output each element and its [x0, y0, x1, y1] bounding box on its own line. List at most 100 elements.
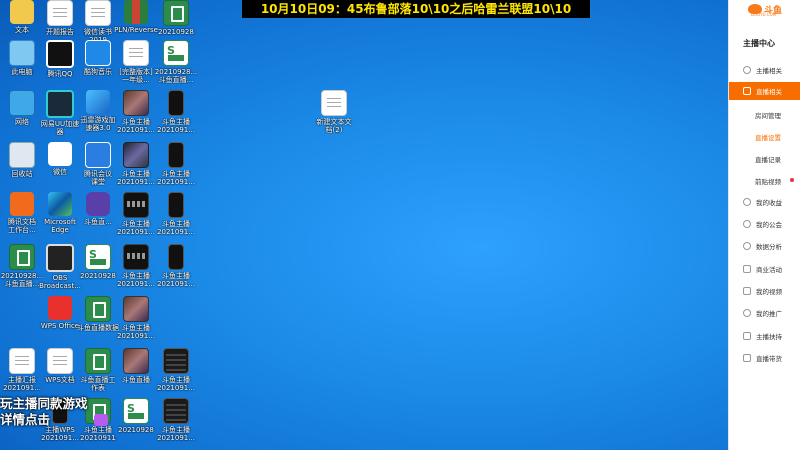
desktop: 文本 此电脑 网络 回收站 腾讯文档 工作台... 20210928... 斗鱼… — [0, 0, 728, 450]
phone-icon — [168, 192, 184, 218]
microphone-icon — [743, 66, 751, 74]
game-promo-overlay[interactable]: 玩主播同款游戏 详情点击 — [0, 396, 118, 428]
desktop-icon-label: 斗鱼主播 2021091... — [157, 376, 195, 392]
menu-item-guild[interactable]: 我的公会 — [729, 215, 800, 233]
wps-icon — [48, 296, 72, 320]
spreadsheet-icon — [163, 40, 189, 66]
photo-icon — [123, 296, 149, 322]
spreadsheet-icon — [85, 296, 111, 322]
red-dot-badge — [790, 178, 794, 182]
desktop-icon-rack[interactable]: 斗鱼主播 2021091... — [154, 348, 198, 392]
bag-icon — [743, 354, 751, 362]
submenu-pre-roll-video[interactable]: 前贴视频 — [755, 176, 781, 186]
menu-item-anchor-related[interactable]: 主播相关 — [729, 61, 800, 79]
desktop-icon-label: 斗鱼主播 2021091... — [117, 170, 155, 186]
wechat-icon — [48, 142, 72, 166]
desktop-icon-label: 斗鱼主播 2021091... — [117, 220, 155, 236]
desktop-icon-label: 斗鱼主播 2021091... — [157, 170, 195, 186]
spreadsheet-icon — [123, 398, 149, 424]
submenu-room-manage[interactable]: 房间管理 — [755, 110, 781, 120]
menu-item-promotion[interactable]: 我的推广 — [729, 304, 800, 322]
menu-item-label: 我的推广 — [756, 310, 782, 318]
panel-title: 主播中心 — [743, 39, 775, 48]
menu-item-label: 主播扶持 — [756, 333, 782, 341]
folder-icon — [10, 0, 34, 24]
menu-item-label: 主播相关 — [756, 67, 782, 75]
app-icon — [10, 192, 34, 216]
desktop-icon-phone-3[interactable]: 斗鱼主播 2021091... — [154, 192, 198, 236]
promote-icon — [743, 309, 751, 317]
desktop-icon-reverse[interactable]: PLN/Reverse — [114, 0, 158, 34]
desktop-icon-label: 斗鱼主播 2021091... — [157, 426, 195, 442]
rack-icon — [163, 398, 189, 424]
desktop-icon-strip-2[interactable]: 斗鱼主播 2021091... — [114, 244, 158, 288]
menu-item-earnings[interactable]: 我的收益 — [729, 193, 800, 211]
chart-icon — [743, 242, 751, 250]
photo-icon — [123, 348, 149, 374]
desktop-icon-douyu-sheet[interactable]: 20210928... 斗鱼直播... — [154, 40, 198, 84]
desktop-icon-photo-3[interactable]: 斗鱼主播 2021091... — [114, 296, 158, 340]
spreadsheet-icon — [9, 244, 35, 270]
douyu-logo[interactable]: 斗鱼 DOUYU.COM — [729, 0, 800, 18]
spreadsheet-icon — [85, 244, 111, 270]
photo-icon — [123, 142, 149, 168]
desktop-icon-20210928[interactable]: 20210928 — [154, 0, 198, 36]
menu-item-label: 我的视频 — [756, 288, 782, 296]
qq-icon — [46, 40, 74, 68]
menu-item-support[interactable]: 主播扶持 — [729, 327, 800, 345]
network-icon — [9, 90, 35, 116]
accelerator-icon — [86, 90, 110, 114]
rack-icon — [163, 348, 189, 374]
document-icon — [85, 0, 111, 26]
document-icon — [47, 348, 73, 374]
strip-icon — [123, 192, 149, 218]
desktop-icon-strip[interactable]: 斗鱼主播 2021091... — [114, 192, 158, 236]
phone-icon — [168, 142, 184, 168]
menu-item-label: 我的收益 — [756, 199, 782, 207]
spreadsheet-icon — [163, 0, 189, 26]
desktop-icon-rack-2[interactable]: 斗鱼主播 2021091... — [154, 398, 198, 442]
desktop-icon-lesson-doc[interactable]: [完整版本] 一年级... — [114, 40, 158, 84]
desktop-icon-douyu-photo[interactable]: 斗鱼直播 — [114, 348, 158, 384]
desktop-icon-sheet-date[interactable]: 20210928 — [114, 398, 158, 434]
video-icon — [743, 287, 751, 295]
photo-icon — [123, 90, 149, 116]
desktop-icon-new-text-doc[interactable]: 新建文本文 档(2) — [312, 90, 356, 134]
desktop-icon-label: 斗鱼直播 — [122, 376, 150, 384]
submenu-live-records[interactable]: 直播记录 — [755, 154, 781, 164]
menu-item-live-commerce[interactable]: 直播带货 — [729, 349, 800, 367]
desktop-icon-photo-2[interactable]: 斗鱼主播 2021091... — [114, 142, 158, 186]
thumb-icon — [743, 332, 751, 340]
shop-icon — [743, 265, 751, 273]
recycle-bin-icon — [9, 142, 35, 168]
document-icon — [47, 0, 73, 26]
stream-banner: 10月10日09：45布鲁部落10\10之后哈雷兰联盟10\10 — [242, 0, 590, 18]
spreadsheet-icon — [85, 348, 111, 374]
desktop-icon-phone[interactable]: 斗鱼主播 2021091... — [154, 90, 198, 134]
menu-item-label: 数据分析 — [756, 243, 782, 251]
menu-item-label: 直播相关 — [756, 88, 782, 96]
desktop-icon-label: PLN/Reverse — [114, 26, 158, 34]
anchor-center-panel: 斗鱼 DOUYU.COM 主播中心 主播相关 直播相关 房间管理 直播设置 直播… — [728, 0, 800, 450]
edge-icon — [48, 192, 72, 216]
brand-url: DOUYU.COM — [751, 12, 777, 17]
menu-item-label: 商业活动 — [756, 266, 782, 274]
menu-item-analytics[interactable]: 数据分析 — [729, 237, 800, 255]
desktop-icon-phone-2[interactable]: 斗鱼主播 2021091... — [154, 142, 198, 186]
desktop-icon-label: 20210928... 斗鱼直播... — [154, 68, 198, 84]
desktop-icon-label: 20210928 — [118, 426, 154, 434]
phone-icon — [168, 244, 184, 270]
uu-icon — [46, 90, 74, 118]
phone-icon — [168, 90, 184, 116]
menu-item-live-related[interactable]: 直播相关 — [729, 82, 800, 100]
tv-icon — [743, 87, 751, 95]
computer-icon — [9, 40, 35, 66]
guild-icon — [743, 220, 751, 228]
submenu-live-settings[interactable]: 直播设置 — [755, 132, 781, 142]
menu-item-business[interactable]: 商业活动 — [729, 260, 800, 278]
desktop-icon-phone-4[interactable]: 斗鱼主播 2021091... — [154, 244, 198, 288]
menu-item-videos[interactable]: 我的视频 — [729, 282, 800, 300]
w-icon — [86, 192, 110, 216]
desktop-icon-photo[interactable]: 斗鱼主播 2021091... — [114, 90, 158, 134]
coin-icon — [743, 198, 751, 206]
